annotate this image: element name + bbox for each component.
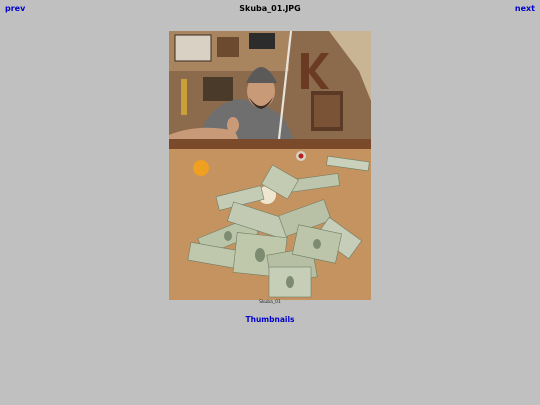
photo[interactable] [169,31,371,300]
gallery-page: prev Skuba_01.JPG next Skuba_01 Thumbnai… [0,0,540,405]
photo-caption: Skuba_01 [259,300,281,305]
next-link[interactable]: next [515,4,535,13]
thumbnails-link[interactable]: Thumbnails [0,315,540,324]
page-title: Skuba_01.JPG [239,4,301,13]
